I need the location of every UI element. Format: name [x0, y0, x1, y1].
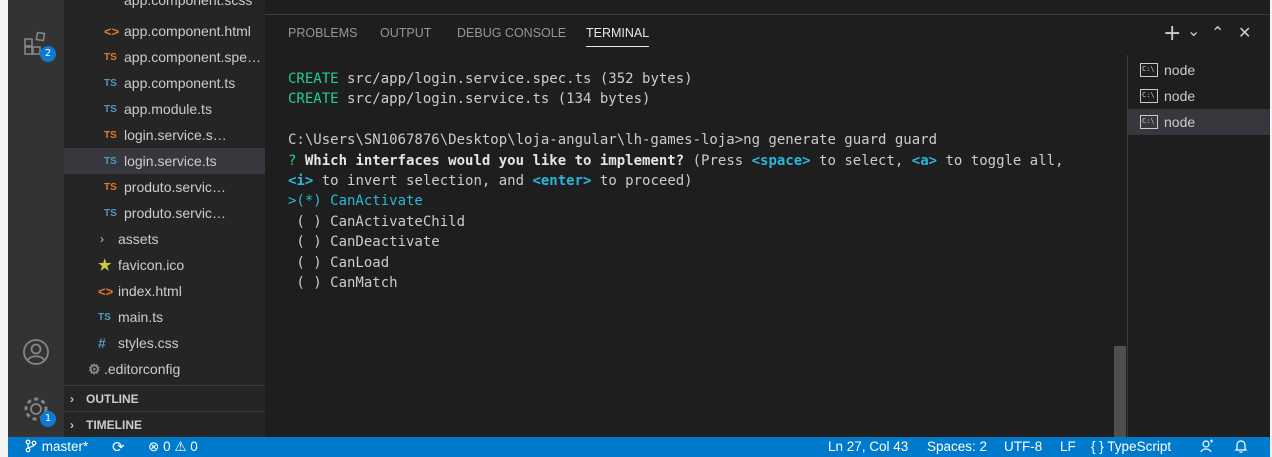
- css-icon: #: [98, 335, 106, 351]
- file-item-produto-service-spec[interactable]: TS produto.service.spec.ts U: [64, 174, 265, 200]
- tab-terminal[interactable]: TERMINAL: [586, 26, 650, 47]
- extensions-badge: 2: [40, 46, 56, 62]
- terminal-output[interactable]: CREATE src/app/login.service.spec.ts (35…: [288, 69, 1064, 293]
- account-icon: [23, 339, 49, 365]
- html-icon: <>: [98, 283, 114, 299]
- branch-indicator[interactable]: master*: [24, 439, 88, 454]
- terminal-instance[interactable]: C:\ node: [1128, 83, 1270, 109]
- terminal-icon: C:\: [1140, 63, 1158, 77]
- terminal-option: ( ) CanMatch: [288, 275, 398, 292]
- git-branch-icon: [25, 439, 37, 453]
- extensions-button[interactable]: 2: [8, 20, 64, 68]
- file-item-app-component-ts[interactable]: TS app.component.ts: [64, 70, 265, 96]
- settings-badge: 1: [40, 411, 56, 427]
- terminal-scrollbar[interactable]: [1114, 346, 1126, 438]
- new-terminal-button[interactable]: +: [1163, 21, 1181, 46]
- maximize-panel-button[interactable]: ⌃: [1211, 23, 1224, 42]
- cursor-position[interactable]: Ln 27, Col 43: [828, 439, 908, 454]
- terminal-option-selected: >(*) CanActivate: [288, 193, 423, 210]
- terminal-icon: C:\: [1140, 89, 1158, 103]
- explorer-sidebar: app.component.scss <> app.component.html…: [64, 0, 265, 437]
- spec-ts-icon: TS: [104, 181, 117, 193]
- file-item-editorconfig[interactable]: ⚙ .editorconfig: [64, 356, 265, 382]
- terminal-instance-selected[interactable]: C:\ node: [1128, 109, 1270, 135]
- encoding[interactable]: UTF-8: [1004, 439, 1042, 454]
- accounts-button[interactable]: [8, 328, 64, 376]
- chevron-right-icon: ›: [70, 391, 74, 406]
- star-icon: ★: [98, 257, 112, 274]
- terminal-instance[interactable]: C:\ node: [1128, 57, 1270, 83]
- ts-icon: TS: [104, 155, 117, 167]
- file-item-app-component-spec[interactable]: TS app.component.spec.ts: [64, 44, 265, 70]
- ts-icon: TS: [104, 77, 117, 89]
- file-item-app-component-html[interactable]: <> app.component.html: [64, 18, 265, 44]
- ts-icon: TS: [104, 207, 117, 219]
- folder-item-assets[interactable]: › assets: [64, 226, 265, 252]
- file-item-login-service-ts[interactable]: TS login.service.ts U: [64, 148, 265, 174]
- terminal-line: ? Which interfaces would you like to imp…: [288, 152, 1064, 169]
- ts-icon: TS: [98, 311, 111, 323]
- terminal-line: CREATE src/app/login.service.spec.ts (35…: [288, 71, 693, 87]
- chevron-right-icon: ›: [70, 417, 74, 432]
- terminal-line: <i> to invert selection, and <enter> to …: [288, 173, 693, 190]
- spec-ts-icon: TS: [104, 51, 117, 63]
- terminal-icon: C:\: [1140, 115, 1158, 129]
- vscode-window: 2 1 app.component.scss <> app.component.…: [8, 0, 1270, 457]
- outline-section[interactable]: › OUTLINE: [64, 385, 265, 411]
- tab-debug-console[interactable]: DEBUG CONSOLE: [457, 26, 566, 46]
- file-item-partial[interactable]: app.component.scss: [64, 0, 265, 13]
- chevron-down-icon[interactable]: ⌄: [1187, 21, 1200, 40]
- terminal-list: C:\ node C:\ node C:\ node: [1127, 55, 1270, 438]
- file-item-index-html[interactable]: <> index.html: [64, 278, 265, 304]
- tab-output[interactable]: OUTPUT: [380, 26, 431, 46]
- panel-tabs: PROBLEMS OUTPUT DEBUG CONSOLE TERMINAL +…: [265, 15, 1270, 55]
- chevron-right-icon: ›: [100, 232, 104, 246]
- html-icon: <>: [104, 23, 120, 39]
- terminal-option: ( ) CanLoad: [288, 254, 390, 271]
- problems-indicator[interactable]: ⊗ 0 ⚠ 0: [148, 439, 198, 455]
- indentation[interactable]: Spaces: 2: [927, 439, 987, 454]
- terminal-option: ( ) CanDeactivate: [288, 234, 440, 251]
- timeline-section[interactable]: › TIMELINE: [64, 411, 265, 437]
- error-icon: ⊗: [148, 439, 160, 454]
- gear-icon: ⚙: [88, 360, 101, 377]
- terminal-panel: PROBLEMS OUTPUT DEBUG CONSOLE TERMINAL +…: [265, 14, 1270, 438]
- notifications-bell-icon[interactable]: [1234, 439, 1248, 454]
- ts-icon: TS: [104, 103, 117, 115]
- close-panel-button[interactable]: ✕: [1238, 23, 1251, 42]
- terminal-option: ( ) CanActivateChild: [288, 213, 466, 230]
- terminal-line: C:\Users\SN1067876\Desktop\loja-angular\…: [288, 132, 938, 149]
- sync-icon[interactable]: ⟳: [112, 438, 125, 456]
- file-item-produto-service-ts[interactable]: TS produto.service.ts U: [64, 200, 265, 226]
- file-item-login-service-spec[interactable]: TS login.service.spec.ts U: [64, 122, 265, 148]
- tab-problems[interactable]: PROBLEMS: [288, 26, 357, 46]
- manage-button[interactable]: 1: [8, 385, 64, 433]
- language-mode[interactable]: { } TypeScript: [1091, 439, 1171, 454]
- warning-icon: ⚠: [174, 439, 187, 454]
- feedback-icon[interactable]: [1200, 439, 1214, 454]
- file-item-favicon[interactable]: ★ favicon.ico: [64, 252, 265, 278]
- file-item-styles-css[interactable]: # styles.css: [64, 330, 265, 356]
- terminal-line: CREATE src/app/login.service.ts (134 byt…: [288, 91, 651, 108]
- activity-bar: 2 1: [8, 0, 64, 437]
- spec-ts-icon: TS: [104, 129, 117, 141]
- file-item-app-module-ts[interactable]: TS app.module.ts M: [64, 96, 265, 122]
- line-ending[interactable]: LF: [1060, 439, 1076, 454]
- braces-icon: { }: [1091, 439, 1104, 454]
- file-item-main-ts[interactable]: TS main.ts: [64, 304, 265, 330]
- status-bar: master* ⟳ ⊗ 0 ⚠ 0 Ln 27, Col 43 Spaces: …: [8, 437, 1270, 457]
